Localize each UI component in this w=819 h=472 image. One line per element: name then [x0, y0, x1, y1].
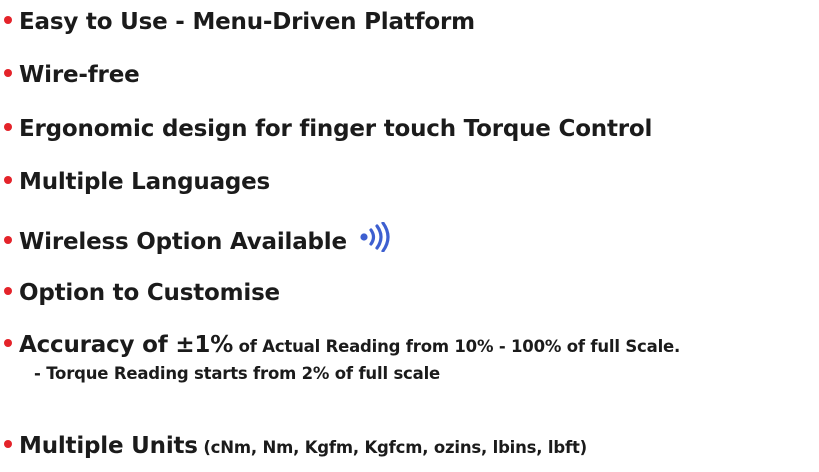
feature-text: Accuracy of ±1%	[19, 332, 234, 358]
feature-text: Ergonomic design for finger touch Torque…	[19, 116, 653, 142]
feature-item-easy-to-use: Easy to Use - Menu-Driven Platform	[4, 8, 475, 36]
feature-item-wireless-option: Wireless Option Available	[4, 221, 393, 261]
bullet-icon	[4, 338, 12, 347]
feature-item-multiple-units: Multiple Units (cNm, Nm, Kgfm, Kgfcm, oz…	[4, 432, 587, 462]
wireless-signal-icon	[359, 221, 393, 259]
feature-list: Easy to Use - Menu-Driven Platform Wire-…	[0, 0, 819, 472]
feature-text: Multiple Units	[19, 433, 198, 459]
feature-item-accuracy: Accuracy of ±1% of Actual Reading from 1…	[4, 331, 680, 361]
bullet-icon	[4, 235, 12, 244]
feature-text: Wireless Option Available	[19, 229, 347, 255]
bullet-icon	[4, 286, 12, 295]
bullet-icon	[4, 68, 12, 77]
feature-item-wire-free: Wire-free	[4, 61, 140, 89]
feature-text: Easy to Use - Menu-Driven Platform	[19, 9, 475, 35]
feature-item-ergonomic-design: Ergonomic design for finger touch Torque…	[4, 115, 652, 143]
bullet-icon	[4, 122, 12, 131]
feature-detail-text: of Actual Reading from 10% - 100% of ful…	[233, 337, 681, 356]
feature-text: Option to Customise	[19, 280, 280, 306]
bullet-icon	[4, 439, 12, 448]
feature-item-customise: Option to Customise	[4, 279, 280, 307]
feature-subitem-torque-reading: - Torque Reading starts from 2% of full …	[34, 364, 441, 383]
bullet-icon	[4, 175, 12, 184]
feature-text: Wire-free	[19, 62, 140, 88]
feature-item-multiple-languages: Multiple Languages	[4, 168, 270, 196]
feature-text: Multiple Languages	[19, 169, 271, 195]
bullet-icon	[4, 15, 12, 24]
feature-detail-text: (cNm, Nm, Kgfm, Kgfcm, ozins, lbins, lbf…	[197, 438, 587, 457]
